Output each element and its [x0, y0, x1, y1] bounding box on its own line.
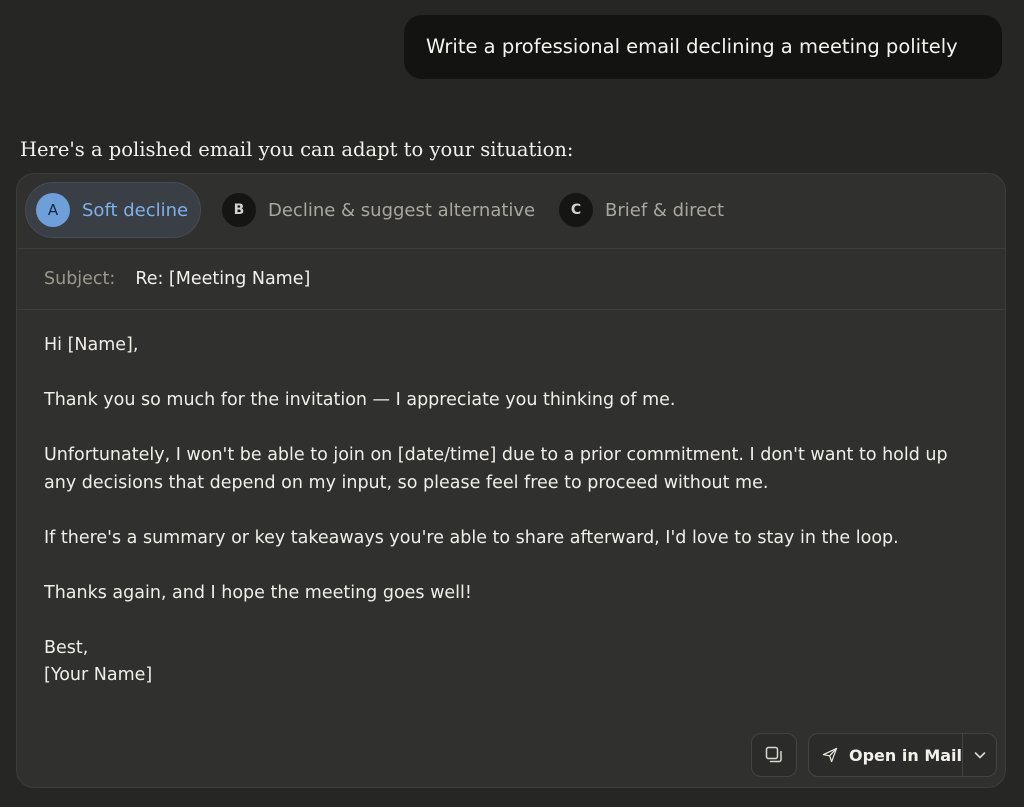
email-body[interactable]: Hi [Name], Thank you so much for the inv… — [44, 332, 974, 690]
tab-badge-a: A — [36, 193, 70, 227]
tab-label: Soft decline — [82, 199, 189, 221]
email-signoff: Best, — [44, 637, 89, 658]
user-message-bubble: Write a professional email declining a m… — [404, 15, 1002, 79]
open-in-mail-label: Open in Mail — [849, 745, 962, 765]
assistant-intro-text: Here's a polished email you can adapt to… — [20, 138, 574, 161]
copy-icon — [765, 746, 782, 763]
subject-value[interactable]: Re: [Meeting Name] — [135, 269, 310, 289]
paper-plane-icon — [822, 747, 838, 763]
email-paragraph-3: If there's a summary or key takeaways yo… — [44, 527, 899, 548]
open-in-mail-group: Open in Mail — [808, 733, 997, 777]
tab-label: Decline & suggest alternative — [268, 199, 536, 221]
tab-badge-c: C — [559, 193, 593, 227]
tab-badge-b: B — [222, 193, 256, 227]
email-paragraph-4: Thanks again, and I hope the meeting goe… — [44, 582, 472, 603]
tab-label: Brief & direct — [605, 199, 725, 221]
email-signature: [Your Name] — [44, 665, 153, 685]
tab-brief-direct[interactable]: C Brief & direct — [559, 182, 724, 238]
email-paragraph-2: Unfortunately, I won't be able to join o… — [44, 445, 948, 493]
tab-soft-decline[interactable]: A Soft decline — [25, 182, 202, 238]
subject-label: Subject: — [44, 269, 116, 289]
copy-button[interactable] — [751, 733, 797, 777]
email-greeting: Hi [Name], — [44, 335, 139, 355]
open-in-mail-button[interactable]: Open in Mail — [809, 734, 963, 776]
user-message-text: Write a professional email declining a m… — [426, 35, 958, 58]
tab-decline-suggest-alternative[interactable]: B Decline & suggest alternative — [222, 182, 535, 238]
subject-row: Subject: Re: [Meeting Name] — [17, 249, 1005, 310]
chat-page: Write a professional email declining a m… — [0, 0, 1024, 807]
chevron-down-icon — [974, 752, 985, 759]
variant-tabs: A Soft decline B Decline & suggest alter… — [17, 174, 1005, 249]
mail-options-dropdown[interactable] — [963, 734, 996, 776]
email-paragraph-1: Thank you so much for the invitation — I… — [44, 390, 676, 410]
email-draft-card: A Soft decline B Decline & suggest alter… — [16, 173, 1006, 788]
